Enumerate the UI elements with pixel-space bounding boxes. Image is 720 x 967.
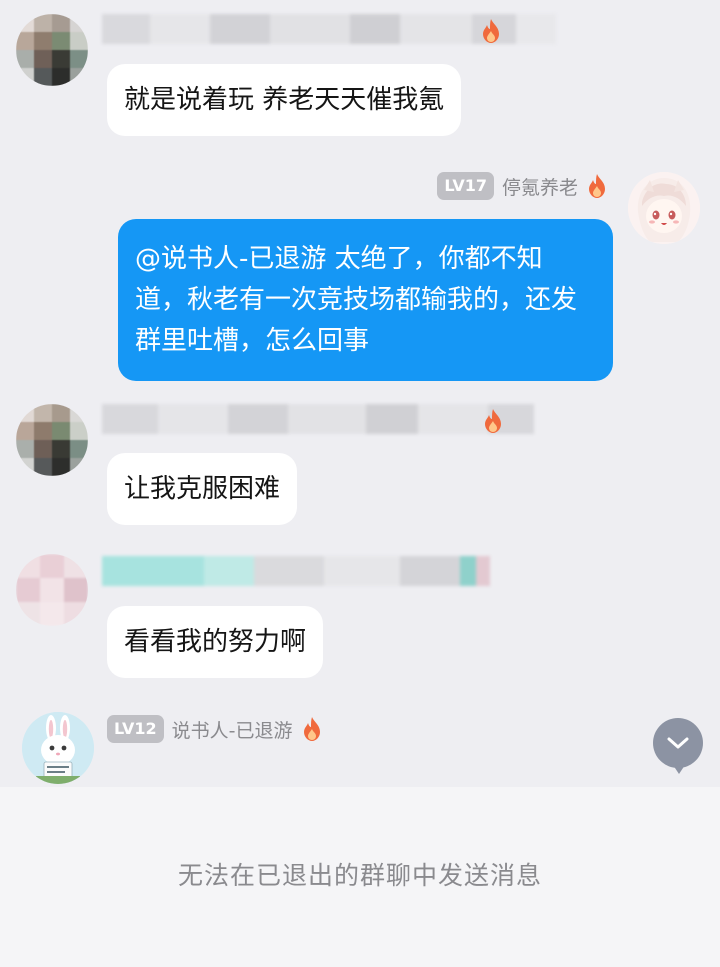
scroll-to-bottom-button[interactable]: [653, 718, 703, 774]
flame-icon: [485, 409, 501, 433]
chevron-down-icon: [667, 737, 689, 749]
cannot-send-notice: 无法在已退出的群聊中发送消息: [177, 861, 542, 890]
flame-icon: [303, 717, 320, 741]
message-bubble[interactable]: 看看我的努力啊: [107, 606, 324, 678]
flame-icon: [589, 174, 605, 198]
message-bubble[interactable]: 让我克服困难: [107, 453, 298, 525]
sender-info: LV12 说书人-已退游: [107, 715, 323, 743]
message-text: 看看我的努力啊: [124, 627, 307, 657]
blurred-sender-name: [102, 404, 534, 434]
message-list[interactable]: 就是说着玩 养老天天催我氪 LV17 停氪养老 @说书人-已退游 太绝了，你都不…: [0, 0, 720, 787]
message-bubble[interactable]: 就是说着玩 养老天天催我氪: [107, 64, 462, 136]
input-disabled-bar: 无法在已退出的群聊中发送消息: [0, 787, 720, 967]
sender-info: LV17 停氪养老: [437, 172, 608, 200]
avatar[interactable]: [16, 404, 88, 476]
level-badge: LV12: [107, 715, 164, 743]
chat-screen: 就是说着玩 养老天天催我氪 LV17 停氪养老 @说书人-已退游 太绝了，你都不…: [0, 0, 720, 967]
message-text: 就是说着玩 养老天天催我氪: [124, 85, 445, 115]
avatar[interactable]: [22, 712, 94, 784]
sender-name[interactable]: 说书人-已退游: [172, 716, 293, 743]
message-text: 让我克服困难: [124, 474, 281, 504]
message-bubble-self[interactable]: @说书人-已退游 太绝了，你都不知道，秋老有一次竞技场都输我的，还发群里吐槽，怎…: [118, 219, 613, 381]
message-text: @说书人-已退游 太绝了，你都不知道，秋老有一次竞技场都输我的，还发群里吐槽，怎…: [135, 244, 578, 356]
white-rabbit-avatar-icon: [22, 712, 94, 784]
avatar[interactable]: [16, 14, 88, 86]
blurred-sender-name: [102, 556, 490, 586]
avatar[interactable]: [628, 172, 700, 244]
level-badge: LV17: [437, 172, 494, 200]
sender-name[interactable]: 停氪养老: [502, 173, 578, 200]
avatar[interactable]: [16, 554, 88, 626]
anime-girl-avatar-icon: [628, 172, 700, 244]
flame-icon: [483, 19, 499, 43]
